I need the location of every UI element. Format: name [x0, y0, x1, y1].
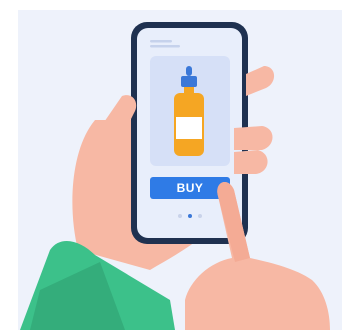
header-line-1	[150, 40, 172, 43]
header-line-2	[150, 45, 180, 48]
illustration-scene: BUY	[0, 0, 356, 330]
left-finger-top	[246, 66, 275, 96]
phone-shopping-illustration	[20, 22, 330, 330]
carousel-dot	[178, 214, 182, 218]
left-finger-low	[234, 150, 268, 174]
carousel-dot-active	[188, 214, 192, 218]
carousel-dot	[198, 214, 202, 218]
left-finger-mid	[234, 126, 273, 150]
